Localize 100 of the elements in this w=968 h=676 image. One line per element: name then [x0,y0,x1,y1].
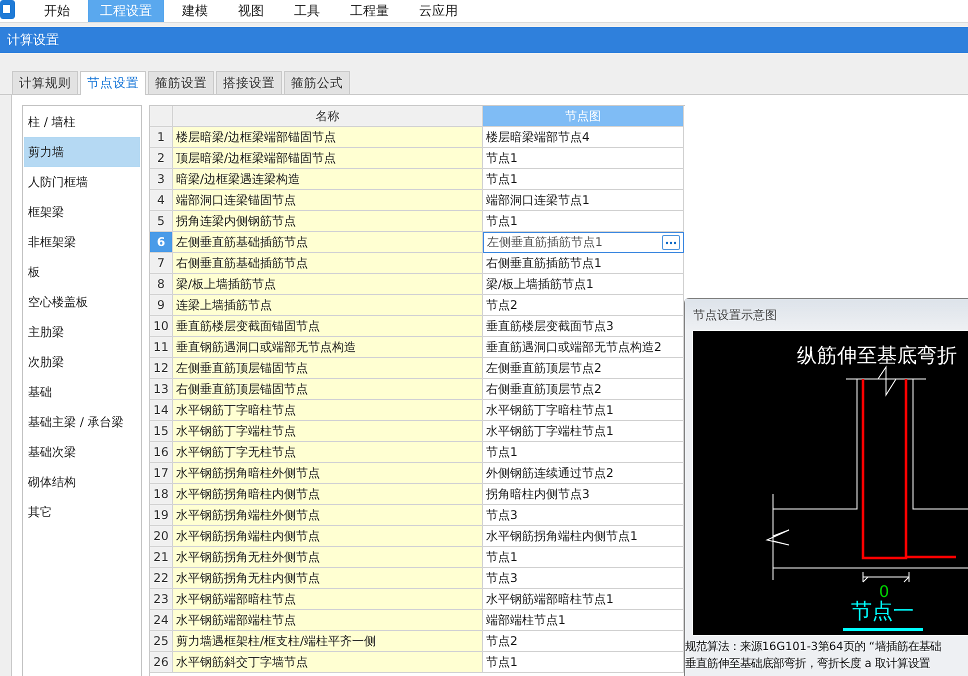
column-header[interactable]: 名称 [173,106,483,127]
menu-item[interactable]: 工程量 [338,0,401,22]
row-number: 9 [150,295,173,316]
table-cell: 剪力墙遇框架柱/框支柱/端柱平齐一侧 [173,631,483,652]
node-label: 节点一 [851,599,914,623]
row-number: 3 [150,169,173,190]
row-number: 6 [150,232,173,253]
table-cell: 左侧垂直筋顶层锚固节点 [173,358,483,379]
table-cell: 水平钢筋丁字暗柱节点1 [483,400,684,421]
table-cell: 外侧钢筋连续通过节点2 [483,463,684,484]
category-item[interactable]: 剪力墙 [24,137,140,167]
row-number: 20 [150,526,173,547]
table-cell: 右侧垂直筋顶层锚固节点 [173,379,483,400]
row-number: 2 [150,148,173,169]
menu-item[interactable]: 开始 [32,0,82,22]
table-cell: 楼层暗梁/边框梁端部锚固节点 [173,127,483,148]
table-cell: 梁/板上墙插筋节点 [173,274,483,295]
table-cell: 右侧垂直筋插筋节点1 [483,253,684,274]
table-cell: 水平钢筋端部暗柱节点1 [483,589,684,610]
table-cell: 节点1 [483,547,684,568]
row-number: 11 [150,337,173,358]
row-number: 19 [150,505,173,526]
description-text: 规范算法：来源16G101-3第64页的 “墙插筋在基础 [685,639,942,654]
row-number: 10 [150,316,173,337]
table-cell: 水平钢筋拐角暗柱外侧节点 [173,463,483,484]
table-cell: 水平钢筋丁字无柱节点 [173,442,483,463]
table-cell: 顶层暗梁/边框梁端部锚固节点 [173,148,483,169]
table-cell: 节点1 [483,211,684,232]
table-cell: 右侧垂直筋顶层节点2 [483,379,684,400]
row-number: 17 [150,463,173,484]
table-cell: 端部洞口连梁节点1 [483,190,684,211]
dimension-label: 0 [879,582,890,601]
row-number: 23 [150,589,173,610]
diagram-caption: 纵筋伸至基底弯折 [797,343,957,367]
menu-item[interactable]: 云应用 [407,0,470,22]
app-logo-icon[interactable] [0,0,18,20]
row-number: 26 [150,652,173,673]
menu-item[interactable]: 工具 [282,0,332,22]
table-cell: 水平钢筋拐角端柱内侧节点1 [483,526,684,547]
table-cell: 水平钢筋丁字端柱节点1 [483,421,684,442]
table-cell: 水平钢筋拐角无柱内侧节点 [173,568,483,589]
panel-title: 计算设置 [7,32,59,49]
table-cell: 水平钢筋拐角端柱外侧节点 [173,505,483,526]
row-number: 5 [150,211,173,232]
row-number: 13 [150,379,173,400]
table-cell: 水平钢筋端部端柱节点 [173,610,483,631]
row-number: 15 [150,421,173,442]
row-number: 25 [150,631,173,652]
table-cell: 节点3 [483,505,684,526]
table-cell: 垂直筋楼层变截面节点3 [483,316,684,337]
table-cell: 拐角连梁内侧钢筋节点 [173,211,483,232]
table-cell: 水平钢筋丁字端柱节点 [173,421,483,442]
table-cell: 垂直筋楼层变截面锚固节点 [173,316,483,337]
table-cell: 节点1 [483,169,684,190]
more-icon [665,240,677,244]
row-number: 16 [150,442,173,463]
row-number: 14 [150,400,173,421]
table-cell: 节点2 [483,631,684,652]
table-cell: 水平钢筋丁字暗柱节点 [173,400,483,421]
table-cell: 连梁上墙插筋节点 [173,295,483,316]
table-cell: 梁/板上墙插筋节点1 [483,274,684,295]
table-cell: 节点1 [483,652,684,673]
table-cell: 节点2 [483,295,684,316]
table-cell: 拐角暗柱内侧节点3 [483,484,684,505]
tab[interactable]: 箍筋公式 [284,71,350,94]
row-number: 18 [150,484,173,505]
row-number: 24 [150,610,173,631]
row-number: 21 [150,547,173,568]
popup-title: 节点设置示意图 [693,306,777,324]
row-number: 12 [150,358,173,379]
menu-item[interactable]: 建模 [170,0,220,22]
table-cell: 节点3 [483,568,684,589]
row-number: 1 [150,127,173,148]
table-cell: 端部端柱节点1 [483,610,684,631]
table-cell: 垂直钢筋遇洞口或端部无节点构造 [173,337,483,358]
tab[interactable]: 节点设置 [80,71,146,95]
table-cell: 节点1 [483,148,684,169]
table-cell: 水平钢筋拐角暗柱内侧节点 [173,484,483,505]
table-cell: 楼层暗梁端部节点4 [483,127,684,148]
table-cell: 垂直筋遇洞口或端部无节点构造2 [483,337,684,358]
description-text: 垂直筋伸至基础底部弯折，弯折长度 a 取计算设置 [685,656,932,671]
row-number: 4 [150,190,173,211]
table-cell: 节点1 [483,442,684,463]
table-cell: 端部洞口连梁锚固节点 [173,190,483,211]
tab[interactable]: 计算规则 [12,71,78,94]
table-cell: 水平钢筋斜交丁字墙节点 [173,652,483,673]
table-cell: 水平钢筋拐角端柱内侧节点 [173,526,483,547]
table-cell: 左侧垂直筋顶层节点2 [483,358,684,379]
table-cell: 水平钢筋拐角无柱外侧节点 [173,547,483,568]
row-number: 7 [150,253,173,274]
table-cell: 左侧垂直筋基础插筋节点 [173,232,483,253]
menu-item[interactable]: 视图 [226,0,276,22]
row-number: 8 [150,274,173,295]
tab[interactable]: 搭接设置 [216,71,282,94]
table-cell: 水平钢筋端部暗柱节点 [173,589,483,610]
ellipsis-button[interactable] [662,235,680,250]
table-cell: 右侧垂直筋基础插筋节点 [173,253,483,274]
row-number: 22 [150,568,173,589]
tab[interactable]: 箍筋设置 [148,71,214,94]
table-cell: 暗梁/边框梁遇连梁构造 [173,169,483,190]
